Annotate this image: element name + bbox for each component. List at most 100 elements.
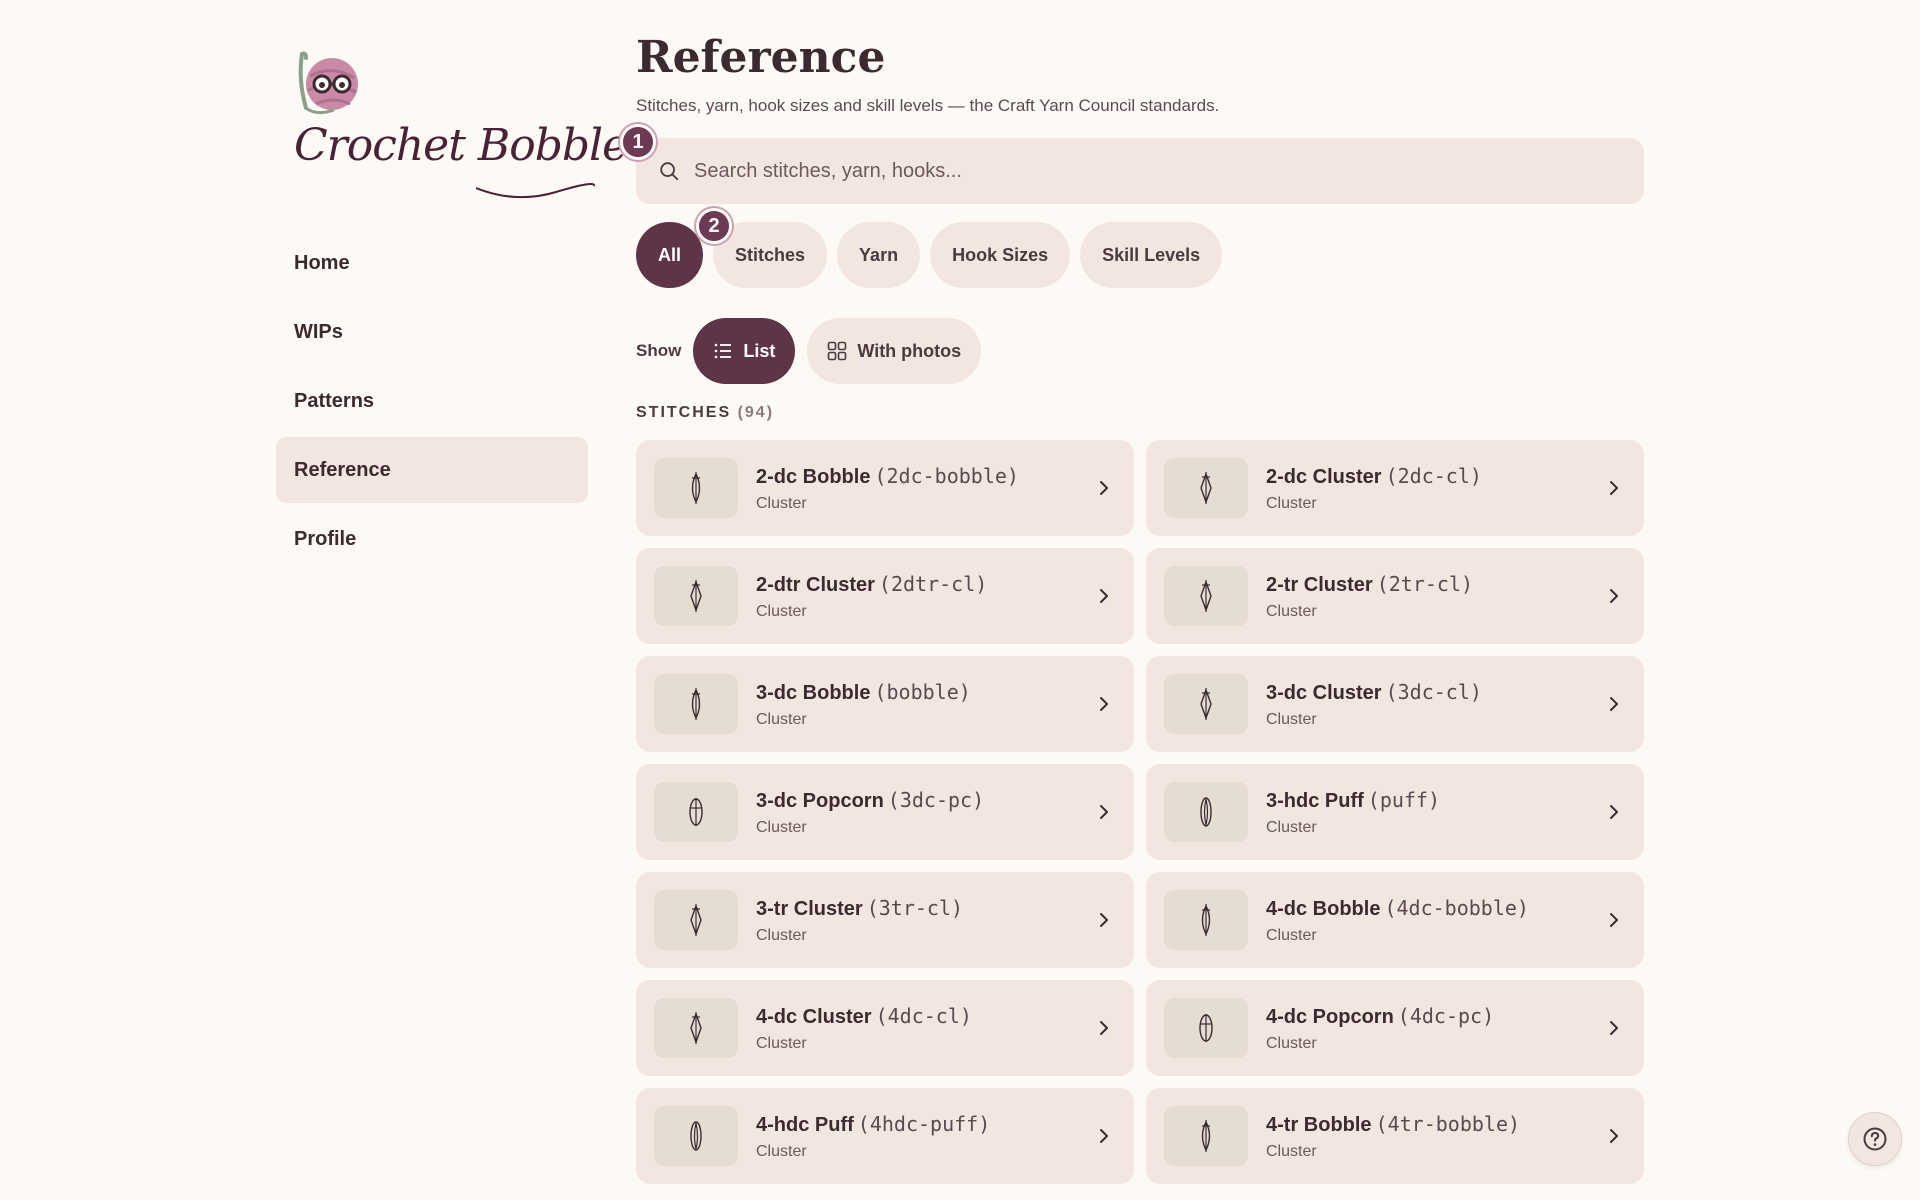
section-title: STITCHES (636, 404, 732, 421)
stitch-list: 2-dc Bobble (2dc-bobble) Cluster 2-dc Clust… (636, 440, 1644, 1184)
stitch-name: 2-dc Bobble (756, 465, 871, 488)
nav-item-label: WIPs (294, 320, 343, 343)
stitch-name: 4-hdc Puff (756, 1113, 854, 1136)
stitch-card[interactable]: 3-tr Cluster (3tr-cl) Cluster (636, 872, 1134, 968)
stitch-info: 3-dc Cluster (3dc-cl) Cluster (1266, 680, 1602, 729)
cluster-symbol-icon (690, 579, 702, 613)
stitch-card[interactable]: 2-tr Cluster (2tr-cl) Cluster (1146, 548, 1644, 644)
step-badge-1: 1 (620, 124, 656, 160)
stitch-info: 2-dc Cluster (2dc-cl) Cluster (1266, 464, 1602, 513)
stitch-title: 4-hdc Puff (4hdc-puff) (756, 1112, 1092, 1137)
cluster-symbol-icon (1200, 471, 1212, 505)
stitch-card[interactable]: 2-dc Bobble (2dc-bobble) Cluster (636, 440, 1134, 536)
stitch-card[interactable]: 2-dc Cluster (2dc-cl) Cluster (1146, 440, 1644, 536)
stitch-thumbnail (1164, 782, 1248, 842)
stitch-card[interactable]: 2-dtr Cluster (2dtr-cl) Cluster (636, 548, 1134, 644)
stitch-thumbnail (654, 674, 738, 734)
chevron-right-icon (1610, 805, 1618, 819)
stitch-thumbnail (654, 890, 738, 950)
stitch-category: Cluster (756, 1142, 807, 1160)
help-button[interactable] (1848, 1112, 1902, 1166)
filter-hook-sizes[interactable]: Hook Sizes (930, 222, 1071, 288)
stitch-abbreviation: (bobble) (874, 679, 971, 704)
nav-item-reference[interactable]: Reference (276, 437, 588, 503)
stitch-name: 4-dc Bobble (1266, 897, 1381, 920)
stitch-thumbnail (1164, 890, 1248, 950)
stitch-title: 4-dc Popcorn (4dc-pc) (1266, 1004, 1602, 1029)
stitch-card[interactable]: 4-dc Popcorn (4dc-pc) Cluster (1146, 980, 1644, 1076)
stitch-title: 3-hdc Puff (puff) (1266, 788, 1602, 813)
chevron-right-icon (1100, 481, 1108, 495)
stitch-title: 4-dc Bobble (4dc-bobble) (1266, 896, 1602, 921)
stitch-thumbnail (654, 782, 738, 842)
stitch-info: 4-dc Cluster (4dc-cl) Cluster (756, 1004, 1092, 1053)
stitch-card[interactable]: 4-dc Cluster (4dc-cl) Cluster (636, 980, 1134, 1076)
stitch-info: 4-hdc Puff (4hdc-puff) Cluster (756, 1112, 1092, 1161)
view-photos-button[interactable]: With photos (807, 318, 982, 384)
stitch-info: 3-dc Popcorn (3dc-pc) Cluster (756, 788, 1092, 837)
view-toggle: Show List With photos (636, 318, 982, 384)
stitch-title: 2-dc Bobble (2dc-bobble) (756, 464, 1092, 489)
stitch-thumbnail (1164, 566, 1248, 626)
stitch-card[interactable]: 4-hdc Puff (4hdc-puff) Cluster (636, 1088, 1134, 1184)
stitch-info: 4-dc Popcorn (4dc-pc) Cluster (1266, 1004, 1602, 1053)
stitch-abbreviation: (4hdc-puff) (857, 1111, 991, 1136)
nav-item-home[interactable]: Home (276, 230, 588, 296)
chevron-right-icon (1610, 1129, 1618, 1143)
nav-item-wips[interactable]: WIPs (276, 299, 588, 365)
stitch-abbreviation: (2dc-bobble) (874, 463, 1019, 488)
filter-all[interactable]: All (636, 222, 704, 288)
stitch-abbreviation: (3dc-pc) (887, 787, 985, 812)
filter-yarn[interactable]: Yarn (837, 222, 921, 288)
chevron-right-icon (1100, 1129, 1108, 1143)
stitch-card[interactable]: 3-dc Bobble (bobble) Cluster (636, 656, 1134, 752)
main-content: Reference Stitches, yarn, hook sizes and… (620, 30, 1644, 1184)
stitch-card[interactable]: 3-hdc Puff (puff) Cluster (1146, 764, 1644, 860)
stitch-category: Cluster (756, 1034, 807, 1052)
filter-skill-levels[interactable]: Skill Levels (1080, 222, 1223, 288)
section-heading: STITCHES (94) (636, 404, 774, 422)
cluster-symbol-icon (1200, 579, 1212, 613)
stitch-category: Cluster (1266, 1034, 1317, 1052)
bobble-symbol-icon (1201, 904, 1211, 936)
stitch-category: Cluster (1266, 710, 1317, 728)
stitch-card[interactable]: 3-dc Cluster (3dc-cl) Cluster (1146, 656, 1644, 752)
stitch-title: 3-dc Cluster (3dc-cl) (1266, 680, 1602, 705)
stitch-title: 4-dc Cluster (4dc-cl) (756, 1004, 1092, 1029)
stitch-abbreviation: (puff) (1367, 787, 1441, 812)
stitch-name: 4-dc Cluster (756, 1005, 872, 1028)
nav-item-patterns[interactable]: Patterns (276, 368, 588, 434)
search-bar[interactable] (636, 138, 1644, 204)
main-nav: Home WIPs Patterns Reference Profile (276, 230, 588, 575)
stitch-thumbnail (654, 458, 738, 518)
search-input[interactable] (694, 159, 1594, 183)
stitch-card[interactable]: 4-dc Bobble (4dc-bobble) Cluster (1146, 872, 1644, 968)
stitch-thumbnail (654, 998, 738, 1058)
view-list-button[interactable]: List (693, 318, 796, 384)
stitch-info: 3-dc Bobble (bobble) Cluster (756, 680, 1092, 729)
stitch-title: 3-dc Popcorn (3dc-pc) (756, 788, 1092, 813)
stitch-name: 4-dc Popcorn (1266, 1005, 1394, 1028)
stitch-info: 4-tr Bobble (4tr-bobble) Cluster (1266, 1112, 1602, 1161)
brand-logo[interactable]: Crochet Bobble (276, 40, 628, 199)
stitch-category: Cluster (1266, 494, 1317, 512)
stitch-info: 3-hdc Puff (puff) Cluster (1266, 788, 1602, 837)
chevron-right-icon (1610, 481, 1618, 495)
view-label: Show (636, 341, 682, 360)
stitch-category: Cluster (1266, 818, 1317, 836)
stitch-abbreviation: (4dc-pc) (1397, 1003, 1495, 1028)
stitch-card[interactable]: 4-tr Bobble (4tr-bobble) Cluster (1146, 1088, 1644, 1184)
stitch-category: Cluster (756, 494, 807, 512)
stitch-abbreviation: (2dtr-cl) (878, 571, 988, 596)
page-title: Reference (636, 32, 886, 83)
stitch-category: Cluster (756, 926, 807, 944)
stitch-card[interactable]: 3-dc Popcorn (3dc-pc) Cluster (636, 764, 1134, 860)
bobble-symbol-icon (691, 688, 701, 720)
nav-item-profile[interactable]: Profile (276, 506, 588, 572)
brand-name: Crochet Bobble (294, 120, 628, 171)
stitch-category: Cluster (756, 710, 807, 728)
stitch-category: Cluster (756, 602, 807, 620)
stitch-name: 2-tr Cluster (1266, 573, 1373, 596)
stitch-name: 3-tr Cluster (756, 897, 863, 920)
stitch-abbreviation: (4tr-bobble) (1375, 1111, 1521, 1136)
